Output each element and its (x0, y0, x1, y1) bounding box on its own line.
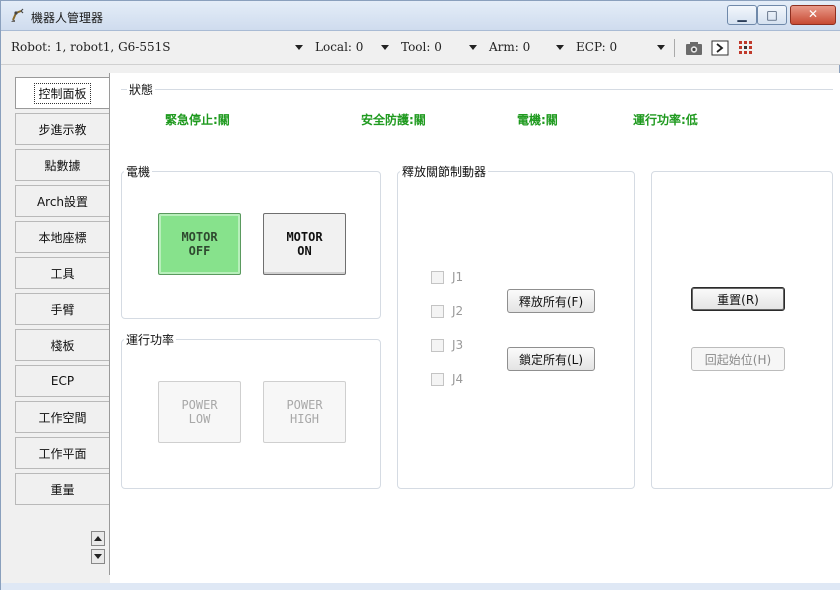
ecp-select[interactable]: ECP: 0 (576, 37, 666, 59)
scroll-down-button[interactable] (91, 549, 105, 564)
power-high-line2: HIGH (290, 412, 319, 426)
tab-label: 本地座標 (38, 230, 87, 245)
camera-icon[interactable] (685, 40, 703, 56)
toolbar: Robot: 1, robot1, G6-551S Local: 0 Tool:… (1, 31, 840, 65)
motor-off-line2: OFF (188, 244, 211, 258)
tab-label: 重量 (50, 482, 75, 497)
side-tab-list: 控制面板 步進示教 點數據 Arch設置 本地座標 工具 手臂 棧板 ECP 工… (15, 77, 110, 577)
motor-on-line2: ON (297, 244, 312, 258)
tab-label: 工具 (50, 266, 75, 281)
tab-control-panel[interactable]: 控制面板 (15, 77, 109, 109)
robot-select-value: Robot: 1, robot1, G6-551S (11, 40, 171, 54)
arm-dropdown-icon (555, 43, 565, 53)
robot-manager-window: 機器人管理器 ▁ □ ✕ Robot: 1, robot1, G6-551S L… (0, 0, 840, 590)
tab-jog-teach[interactable]: 步進示教 (15, 113, 109, 145)
release-all-button[interactable]: 釋放所有(F) (507, 289, 595, 313)
tab-ecp[interactable]: ECP (15, 365, 109, 397)
robot-arm-icon (11, 8, 24, 22)
j1-checkbox[interactable] (431, 271, 444, 284)
brake-group-title: 釋放關節制動器 (400, 163, 489, 180)
tab-label: 步進示教 (38, 122, 87, 137)
robot-select[interactable]: Robot: 1, robot1, G6-551S (11, 37, 309, 59)
power-high-line1: POWER (286, 398, 323, 412)
tab-local-coords[interactable]: 本地座標 (15, 221, 109, 253)
j3-checkbox[interactable] (431, 339, 444, 352)
tab-workspace[interactable]: 工作空間 (15, 401, 109, 433)
home-label: 回起始位(H) (704, 352, 772, 367)
j4-label: J4 (452, 372, 464, 386)
maximize-button[interactable]: □ (757, 5, 787, 25)
brake-group: 釋放關節制動器 (397, 163, 635, 489)
motor-status: 電機:關 (517, 113, 558, 127)
home-button[interactable]: 回起始位(H) (691, 347, 785, 371)
status-strip (1, 583, 840, 590)
toolbar-separator (674, 39, 675, 57)
j2-label: J2 (452, 304, 464, 318)
motor-off-button[interactable]: MOTOR OFF (158, 213, 241, 275)
robot-dropdown-icon (294, 43, 304, 53)
motor-off-line1: MOTOR (181, 230, 218, 244)
power-high-button[interactable]: POWER HIGH (263, 381, 346, 443)
tab-label: Arch設置 (36, 194, 89, 209)
scroll-up-button[interactable] (91, 531, 105, 546)
local-dropdown-icon (380, 43, 390, 53)
j3-label: J3 (452, 338, 464, 352)
j1-label: J1 (452, 270, 464, 284)
estop-status: 緊急停止:關 (165, 113, 230, 127)
tab-point-data[interactable]: 點數據 (15, 149, 109, 181)
tab-label: 工作平面 (38, 446, 87, 461)
status-group-title: 狀態 (127, 81, 156, 98)
minimize-button[interactable]: ▁ (727, 5, 757, 25)
motor-on-button[interactable]: MOTOR ON (263, 213, 346, 275)
title-bar: 機器人管理器 ▁ □ ✕ (1, 1, 840, 31)
lock-all-label: 鎖定所有(L) (518, 352, 584, 367)
io-grid-icon[interactable] (737, 40, 755, 56)
motor-group-title: 電機 (124, 163, 153, 180)
power-low-line2: LOW (188, 412, 211, 426)
local-select-value: Local: 0 (315, 40, 364, 54)
tool-select-value: Tool: 0 (401, 40, 442, 54)
tab-work-plane[interactable]: 工作平面 (15, 437, 109, 469)
tab-tool[interactable]: 工具 (15, 257, 109, 289)
j4-checkbox[interactable] (431, 373, 444, 386)
command-prompt-icon[interactable] (711, 40, 729, 56)
tab-weight[interactable]: 重量 (15, 473, 109, 505)
tab-label: 控制面板 (34, 82, 91, 104)
tab-label: 點數據 (44, 158, 81, 173)
reset-label: 重置(R) (717, 292, 759, 307)
tab-pallet[interactable]: 棧板 (15, 329, 109, 361)
window-title: 機器人管理器 (31, 11, 104, 25)
close-button[interactable]: ✕ (790, 5, 836, 25)
minimize-icon: ▁ (737, 8, 747, 22)
reset-button[interactable]: 重置(R) (691, 287, 785, 311)
lock-all-button[interactable]: 鎖定所有(L) (507, 347, 595, 371)
tab-label: ECP (50, 374, 75, 388)
maximize-icon: □ (766, 8, 778, 22)
local-select[interactable]: Local: 0 (315, 37, 390, 59)
j2-checkbox[interactable] (431, 305, 444, 318)
action-group (651, 171, 833, 489)
arm-select-value: Arm: 0 (489, 40, 531, 54)
tab-label: 棧板 (50, 338, 75, 353)
arm-select[interactable]: Arm: 0 (489, 37, 564, 59)
tab-label: 手臂 (50, 302, 75, 317)
release-all-label: 釋放所有(F) (518, 294, 584, 309)
tab-arm[interactable]: 手臂 (15, 293, 109, 325)
power-low-button[interactable]: POWER LOW (158, 381, 241, 443)
power-status: 運行功率:低 (633, 113, 698, 127)
tab-label: 工作空間 (38, 410, 87, 425)
tab-arch-settings[interactable]: Arch設置 (15, 185, 109, 217)
power-low-line1: POWER (181, 398, 218, 412)
motor-on-line1: MOTOR (286, 230, 323, 244)
ecp-select-value: ECP: 0 (576, 40, 618, 54)
power-group-title: 運行功率 (124, 331, 177, 348)
tab-scroll (91, 531, 107, 571)
ecp-dropdown-icon (656, 43, 666, 53)
close-icon: ✕ (807, 7, 819, 21)
tool-select[interactable]: Tool: 0 (401, 37, 477, 59)
safeguard-status: 安全防護:關 (361, 113, 426, 127)
tool-dropdown-icon (468, 43, 478, 53)
